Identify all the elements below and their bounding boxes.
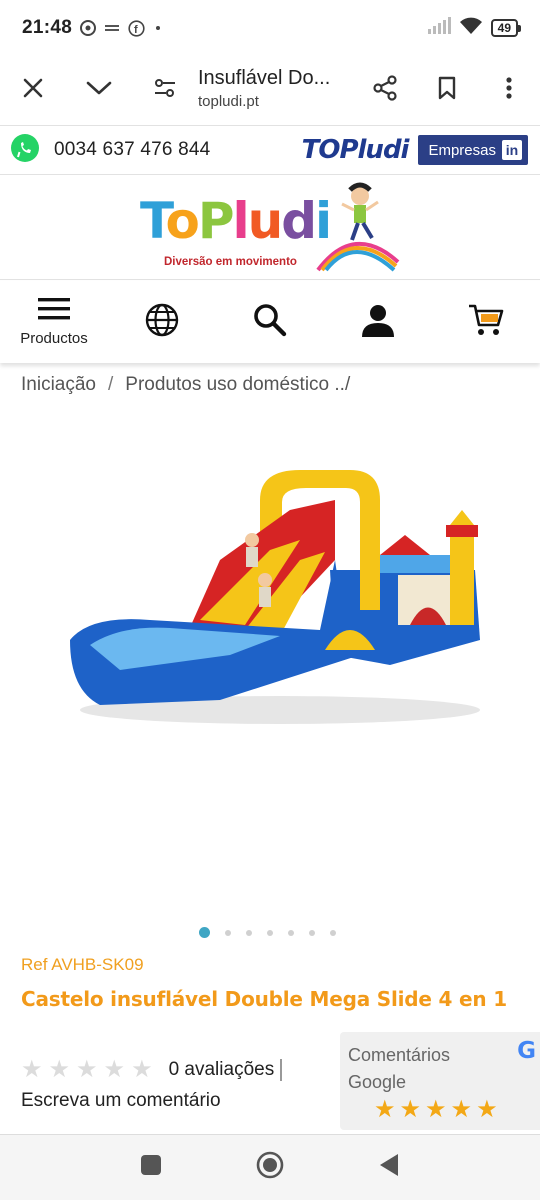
star-filled-icon: ★ xyxy=(425,1096,447,1123)
battery-icon: 49 xyxy=(490,19,522,37)
write-comment-link[interactable]: Escreva um comentário xyxy=(21,1090,221,1112)
gallery-dot[interactable] xyxy=(267,929,273,936)
breadcrumb: Iniciação / Produtos uso doméstico ../ xyxy=(21,374,350,396)
gallery-dots xyxy=(199,927,336,938)
breadcrumb-separator: / xyxy=(108,374,114,395)
recents-icon[interactable] xyxy=(140,1154,162,1181)
products-menu-button[interactable]: Productos xyxy=(6,281,102,363)
cart-icon xyxy=(468,303,504,342)
google-reviews-label: Comentários Google xyxy=(348,1045,451,1092)
dot-icon xyxy=(153,23,163,33)
site-nav-bar: Productos xyxy=(0,281,540,363)
facebook-icon: f xyxy=(128,19,145,37)
google-reviews-badge[interactable]: Comentários Google G ★ ★ ★ ★ ★ xyxy=(340,1032,540,1130)
user-icon xyxy=(361,303,395,342)
logo-area: ToPludi Diversão em movimento xyxy=(0,176,540,280)
empresas-button[interactable]: Empresas in xyxy=(418,135,528,165)
rating-row: ★ ★ ★ ★ ★ 0 avaliações xyxy=(21,1058,283,1082)
gallery-dot[interactable] xyxy=(246,929,252,936)
star-empty-icon: ★ xyxy=(131,1056,153,1083)
breadcrumb-category[interactable]: Produtos uso doméstico ../ xyxy=(125,374,350,396)
product-ref: Ref AVHB-SK09 xyxy=(21,955,144,974)
gallery-dot-active[interactable] xyxy=(199,927,210,938)
star-empty-icon: ★ xyxy=(76,1056,98,1083)
share-icon[interactable] xyxy=(354,56,416,120)
gallery-dot[interactable] xyxy=(225,929,231,936)
star-filled-icon: ★ xyxy=(399,1096,422,1123)
chrome-icon xyxy=(80,20,97,36)
logo-mascot-icon xyxy=(316,182,400,271)
empresas-label: Empresas xyxy=(428,141,496,159)
custom-tab-bar: Insuflável Do... topludi.pt xyxy=(0,56,540,120)
star-empty-icon: ★ xyxy=(103,1056,126,1083)
home-icon[interactable] xyxy=(256,1151,284,1184)
star-filled-icon: ★ xyxy=(450,1096,473,1123)
logo-tagline: Diversão em movimento xyxy=(164,255,297,268)
google-stars: ★ ★ ★ ★ ★ xyxy=(374,1098,498,1122)
more-vert-icon[interactable] xyxy=(478,56,540,120)
search-button[interactable] xyxy=(222,281,318,363)
search-icon xyxy=(253,303,287,342)
close-icon[interactable] xyxy=(0,56,66,120)
tune-icon[interactable] xyxy=(132,56,198,120)
vpn-icon xyxy=(104,22,120,34)
bookmark-icon[interactable] xyxy=(416,56,478,120)
page-title: Insuflável Do... xyxy=(198,66,331,89)
android-nav-bar xyxy=(0,1134,540,1200)
topludi-logo[interactable]: ToPludi Diversão em movimento xyxy=(140,180,400,276)
globe-icon xyxy=(145,303,179,342)
svg-text:f: f xyxy=(134,24,138,36)
logo-wordmark: ToPludi xyxy=(140,191,332,250)
page-url: topludi.pt xyxy=(198,92,259,110)
whatsapp-icon[interactable] xyxy=(10,133,40,168)
rating-stars[interactable]: ★ ★ ★ ★ ★ xyxy=(21,1058,153,1082)
star-filled-icon: ★ xyxy=(476,1096,498,1123)
wifi-icon xyxy=(459,17,483,40)
notification-icons: f xyxy=(80,19,163,37)
product-image[interactable] xyxy=(60,440,490,740)
star-empty-icon: ★ xyxy=(48,1056,71,1083)
star-empty-icon: ★ xyxy=(21,1056,43,1083)
account-button[interactable] xyxy=(330,281,426,363)
chevron-down-icon[interactable] xyxy=(66,56,132,120)
linkedin-icon: in xyxy=(502,140,522,160)
cart-button[interactable] xyxy=(438,281,534,363)
signal-icon xyxy=(427,16,451,40)
site-topbar: 0034 637 476 844 TOPludi Empresas in xyxy=(0,125,540,175)
gallery-dot[interactable] xyxy=(309,929,315,936)
back-icon[interactable] xyxy=(378,1153,400,1182)
phone-number-link[interactable]: 0034 637 476 844 xyxy=(54,139,210,161)
page-title-block[interactable]: Insuflável Do... topludi.pt xyxy=(198,67,354,110)
gallery-dot[interactable] xyxy=(288,929,294,936)
products-label: Productos xyxy=(20,330,88,347)
product-title: Castelo insuflável Double Mega Slide 4 e… xyxy=(21,987,507,1011)
menu-icon xyxy=(38,297,70,326)
language-button[interactable] xyxy=(114,281,210,363)
breadcrumb-home[interactable]: Iniciação xyxy=(21,374,96,396)
google-icon: G xyxy=(517,1038,536,1064)
gallery-dot[interactable] xyxy=(330,929,336,936)
topludi-small-logo[interactable]: TOPludi xyxy=(302,135,410,165)
status-time: 21:48 xyxy=(22,17,73,38)
reviews-count[interactable]: 0 avaliações xyxy=(169,1059,283,1081)
status-bar: 21:48 f 49 xyxy=(0,0,540,56)
star-filled-icon: ★ xyxy=(374,1096,396,1123)
